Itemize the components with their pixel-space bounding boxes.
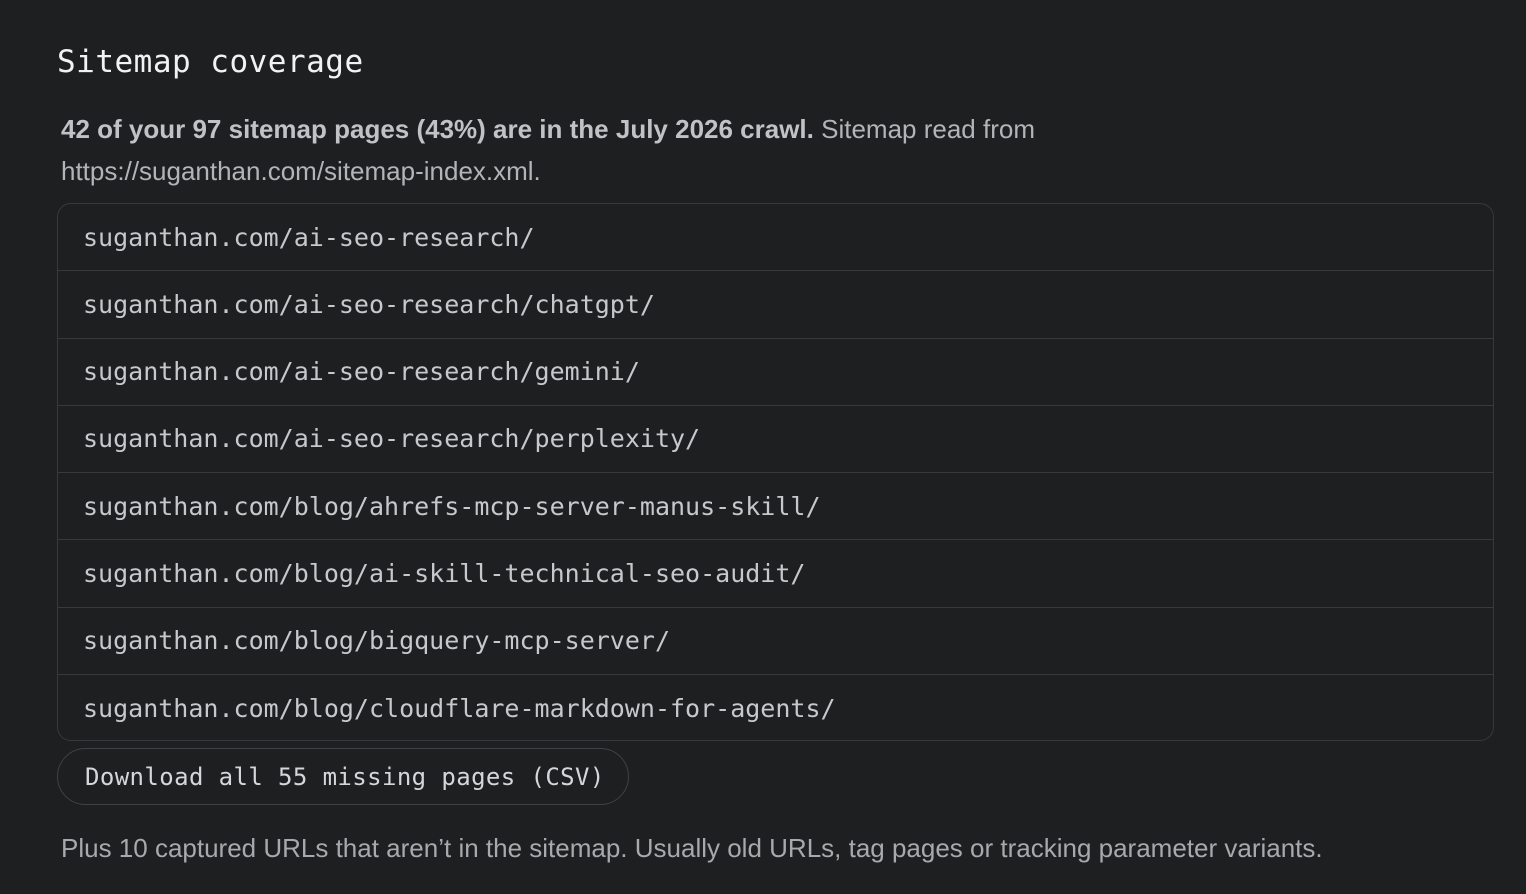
url-list-item: suganthan.com/ai-seo-research/gemini/ [58, 339, 1493, 406]
url-list-item: suganthan.com/blog/ahrefs-mcp-server-man… [58, 473, 1493, 541]
sitemap-coverage-section: Sitemap coverage 42 of your 97 sitemap p… [0, 0, 1526, 894]
coverage-summary-bold: 42 of your 97 sitemap pages (43%) are in… [61, 114, 814, 144]
coverage-summary: 42 of your 97 sitemap pages (43%) are in… [61, 108, 1201, 192]
url-list-item: suganthan.com/ai-seo-research/chatgpt/ [58, 271, 1493, 339]
download-csv-button[interactable]: Download all 55 missing pages (CSV) [57, 748, 629, 805]
section-title: Sitemap coverage [57, 44, 364, 80]
url-list-item: suganthan.com/blog/bigquery-mcp-server/ [58, 608, 1493, 675]
missing-url-list: suganthan.com/ai-seo-research/ suganthan… [57, 203, 1494, 741]
url-list-item: suganthan.com/ai-seo-research/ [58, 204, 1493, 272]
extra-urls-note: Plus 10 captured URLs that aren’t in the… [61, 833, 1323, 863]
url-list-item: suganthan.com/blog/cloudflare-markdown-f… [83, 693, 836, 723]
url-list-item: suganthan.com/ai-seo-research/perplexity… [58, 406, 1493, 473]
url-list-item: suganthan.com/blog/ai-skill-technical-se… [58, 540, 1493, 608]
